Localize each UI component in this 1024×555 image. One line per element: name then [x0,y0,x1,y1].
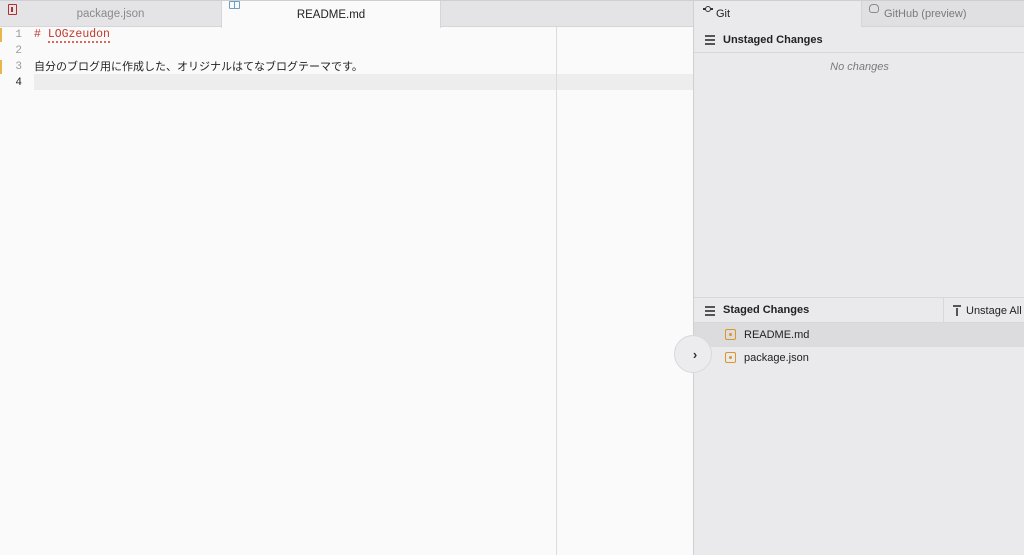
tab-git[interactable]: Git [694,1,861,27]
tab-label: package.json [76,8,145,20]
file-name: README.md [744,329,810,341]
tab-github[interactable]: GitHub (preview) [861,1,1024,27]
git-commit-icon [703,6,713,12]
staged-changes-header: Staged Changes Unstage All [694,297,1024,324]
list-icon [705,35,715,45]
unstage-all-button[interactable]: Unstage All [943,298,1024,324]
book-icon [229,1,240,9]
cursor-line-highlight [34,74,693,90]
tab-label: Git [716,8,731,20]
section-title: Unstaged Changes [723,33,823,46]
wrap-guide [556,27,557,555]
code-editor[interactable]: # LOGzeudon 自分のブログ用に作成した、オリジナルはてなブログテーマで… [34,27,693,555]
tab-readme-md[interactable]: README.md [221,1,441,28]
chevron-right-icon: › [692,346,698,362]
editor-pane: package.json README.md 1 2 3 4 # LOGzeud… [0,0,693,555]
staged-file-row[interactable]: README.md [694,323,1024,347]
toggle-panel-button[interactable]: › [674,335,712,373]
section-title: Staged Changes [723,304,810,316]
tab-label: GitHub (preview) [884,7,967,20]
checklist-icon [705,306,715,316]
unstage-icon [953,305,961,316]
tab-label: README.md [296,8,366,21]
line-number-gutter: 1 2 3 4 [0,27,28,555]
tab-package-json[interactable]: package.json [0,1,221,27]
line-number: 3 [15,61,22,73]
empty-state-text: No changes [830,61,889,73]
code-line-3[interactable]: 自分のブログ用に作成した、オリジナルはてなブログテーマです。 [34,59,363,75]
github-octocat-icon [869,4,879,13]
file-icon [8,4,17,15]
code-line-1[interactable]: # LOGzeudon [34,27,110,43]
line-number: 4 [15,77,22,89]
line-number: 2 [15,45,22,57]
modified-file-icon [725,329,736,340]
unstaged-changes-header: Unstaged Changes [694,27,1024,53]
button-label: Unstage All [966,305,1022,317]
heading-hash: # [34,28,48,41]
git-panel: Git GitHub (preview) Unstaged Changes No… [693,0,1024,555]
editor-tab-bar: package.json README.md [0,0,693,28]
modified-file-icon [725,352,736,363]
line-number: 1 [15,29,22,41]
panel-tab-bar: Git GitHub (preview) [694,0,1024,27]
heading-word: LOGzeudon [47,28,110,43]
file-name: package.json [744,352,809,364]
staged-file-row[interactable]: package.json [694,346,1024,370]
